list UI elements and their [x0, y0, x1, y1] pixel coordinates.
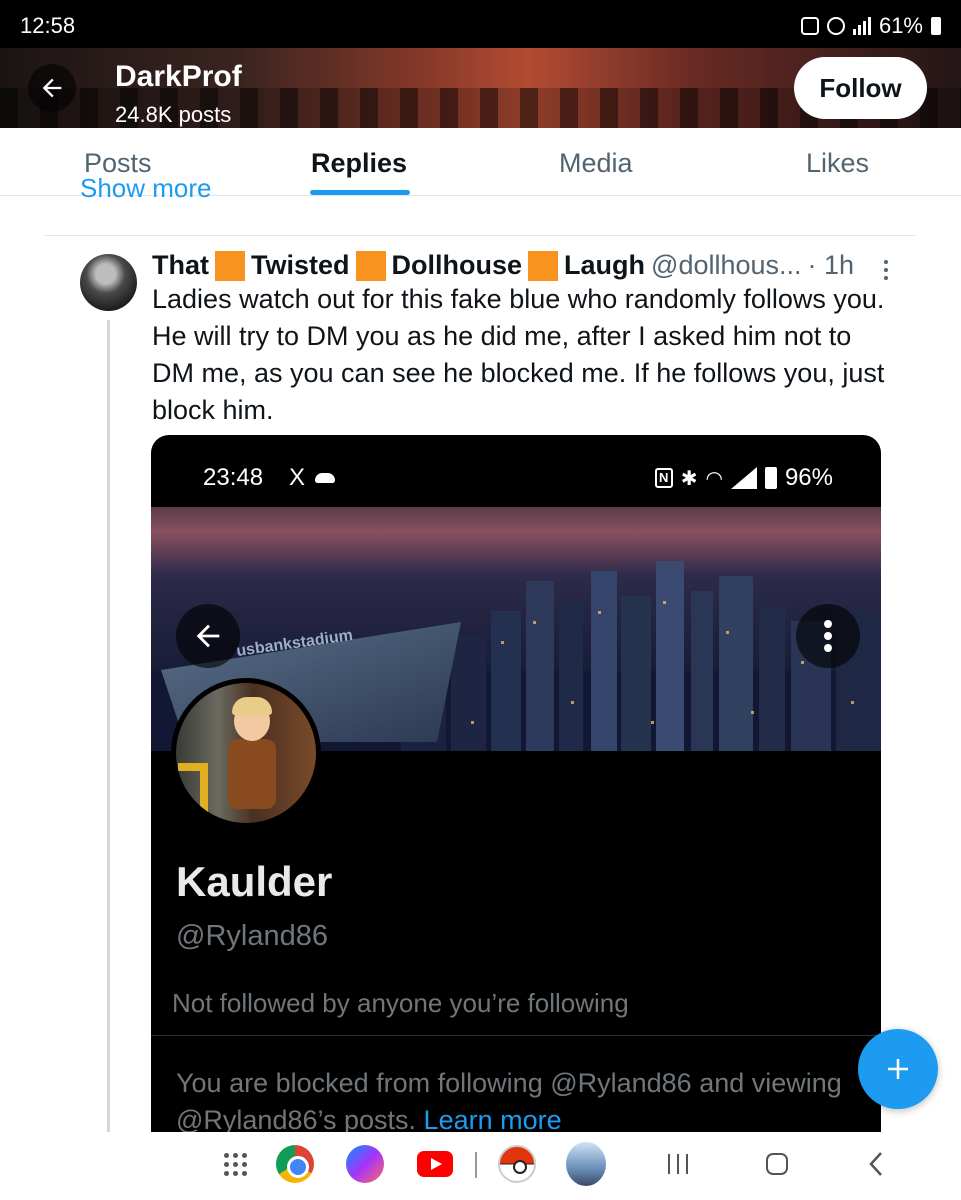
back-button[interactable] [28, 64, 76, 112]
alarm-icon [826, 17, 845, 35]
thread-line [107, 320, 110, 1132]
author-name-part[interactable]: That [152, 250, 209, 281]
blocked-notice: You are blocked from following @Ryland86… [176, 1065, 856, 1132]
more-vertical-icon [824, 616, 832, 656]
youtube-app-button[interactable] [415, 1144, 455, 1184]
battery-percent: 61% [878, 13, 923, 38]
notification-icon [800, 17, 819, 35]
learn-more-link: Learn more [423, 1105, 562, 1132]
youtube-icon [417, 1151, 453, 1177]
image-battery-percent: 96% [784, 464, 833, 491]
cloud-icon [315, 473, 336, 483]
app-drawer-button[interactable] [215, 1144, 255, 1184]
pokemon-app-button[interactable] [497, 1144, 537, 1184]
pokeball-icon [498, 1145, 536, 1183]
chrome-app-button[interactable] [275, 1144, 315, 1184]
nav-separator [475, 1152, 477, 1178]
author-avatar[interactable] [80, 254, 137, 311]
image-status-bar: 23:48 X N ✱ ◠ 96% [151, 435, 881, 507]
tab-likes[interactable]: Likes [806, 148, 869, 179]
author-handle[interactable]: @dollhous... [651, 250, 802, 281]
system-status-bar: 12:58 61% [0, 0, 961, 48]
post-time: · 1h [807, 250, 855, 280]
nfc-icon: N [654, 468, 673, 488]
signal-icon [730, 467, 757, 489]
image-back-button [176, 604, 240, 668]
plus-icon [888, 1059, 908, 1079]
profile-title: DarkProf [115, 60, 242, 93]
orange-square-emoji-icon [215, 250, 245, 281]
compose-button[interactable] [858, 1029, 938, 1109]
messenger-icon [346, 1145, 384, 1183]
city-app-icon [566, 1142, 606, 1186]
status-time: 12:58 [20, 13, 76, 38]
profile-handle: @Ryland86 [176, 920, 328, 952]
city-app-button[interactable] [566, 1142, 606, 1186]
recents-icon [668, 1154, 688, 1174]
home-icon [766, 1153, 788, 1175]
profile-name: Kaulder [176, 858, 333, 905]
profile-separator [151, 1035, 881, 1036]
post-text: Ladies watch out for this fake blue who … [152, 284, 885, 425]
recents-button[interactable] [658, 1144, 698, 1184]
post-image[interactable]: 23:48 X N ✱ ◠ 96% usbankstadium Kaulder … [151, 435, 881, 1132]
bluetooth-icon: ✱ [680, 467, 698, 490]
wifi-icon: ◠ [705, 467, 723, 490]
post-header: That Twisted Dollhouse Laugh @dollhous..… [152, 250, 854, 281]
profile-avatar [171, 678, 321, 828]
arrow-left-icon [196, 624, 220, 648]
tab-replies[interactable]: Replies [311, 148, 407, 179]
chrome-icon [276, 1145, 314, 1183]
orange-square-emoji-icon [355, 250, 386, 281]
image-more-button [796, 604, 860, 668]
status-icons: 61% [800, 13, 941, 39]
system-back-button[interactable] [857, 1144, 897, 1184]
battery-icon [764, 467, 777, 489]
tab-media[interactable]: Media [559, 148, 633, 179]
arrow-left-icon [42, 78, 62, 98]
apps-grid-icon [223, 1152, 247, 1176]
messenger-app-button[interactable] [345, 1144, 385, 1184]
tab-posts[interactable]: Posts [84, 148, 152, 179]
follow-button[interactable]: Follow [794, 57, 927, 119]
post-count: 24.8K posts [115, 102, 232, 127]
more-vertical-icon[interactable] [880, 258, 892, 282]
chevron-left-icon [869, 1152, 882, 1176]
system-nav-bar [0, 1132, 961, 1200]
author-name-part[interactable]: Laugh [564, 250, 645, 281]
home-button[interactable] [757, 1144, 797, 1184]
signal-icon [852, 17, 871, 35]
image-status-time: 23:48 [203, 464, 264, 491]
author-name-part[interactable]: Dollhouse [392, 250, 523, 281]
orange-square-emoji-icon [528, 250, 559, 281]
battery-icon [931, 17, 941, 35]
author-name-part[interactable]: Twisted [251, 250, 350, 281]
x-logo-icon: X [289, 464, 306, 491]
profile-header: DarkProf 24.8K posts Follow [0, 48, 961, 128]
not-followed-notice: Not followed by anyone you’re following [172, 988, 629, 1018]
post-divider [45, 235, 915, 236]
active-tab-indicator [310, 190, 410, 195]
show-more-link[interactable]: Show more [80, 178, 212, 198]
